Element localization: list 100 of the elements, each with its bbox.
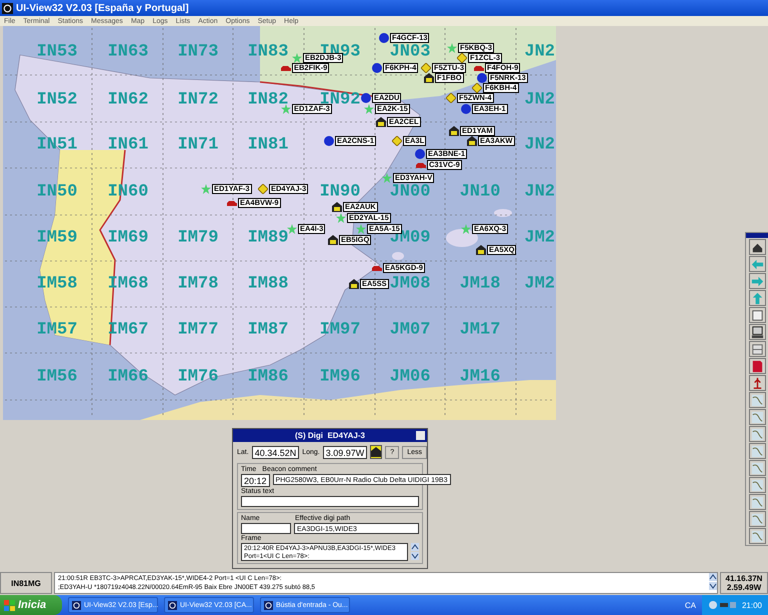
grid-locator: JM2 (524, 228, 555, 248)
grid-locator: IM97 (320, 320, 360, 340)
house-icon (424, 73, 434, 83)
car-icon (281, 63, 291, 73)
caret-up-icon (411, 543, 419, 551)
grid-locator: IN83 (248, 42, 288, 62)
longitude-text: 2.59.49W (726, 583, 762, 592)
document-icon (752, 360, 762, 372)
house-icon (752, 244, 762, 252)
time-field[interactable]: 20:12 (241, 474, 270, 487)
dialog-title: (S) Digi ED4YAJ-3 (295, 431, 365, 440)
grid-locator: JM08 (390, 274, 430, 294)
map-thumbnail-icon (751, 446, 763, 458)
grid-locator: IM58 (36, 274, 78, 294)
house-icon (467, 136, 477, 146)
symbol-button[interactable] (370, 445, 382, 459)
star-icon (364, 104, 374, 114)
grid-locator: IM96 (320, 368, 360, 386)
toolbar-button[interactable] (748, 324, 766, 340)
star-icon (201, 184, 211, 194)
circle-icon (372, 63, 382, 73)
house-icon (332, 202, 342, 212)
house-icon (476, 245, 486, 255)
start-button[interactable]: Inicia (0, 595, 62, 615)
grid-locator: IN82 (248, 90, 288, 110)
diamond-icon (446, 93, 456, 103)
windows-flag-icon (4, 600, 15, 610)
grid-locator: IN71 (178, 136, 218, 154)
right-arrow-icon (751, 276, 763, 286)
status-field[interactable] (241, 496, 419, 507)
star-icon (447, 43, 457, 53)
grid-locator: JN2 (524, 42, 555, 62)
grid-locator: JM06 (390, 368, 430, 386)
grid-locator: IN50 (36, 182, 78, 202)
scroll-up-button[interactable] (411, 543, 419, 551)
diamond-icon (392, 136, 402, 146)
star-icon (356, 224, 366, 234)
antenna-icon (752, 377, 762, 389)
grid-locator: IM77 (178, 320, 218, 340)
map-thumbnail-icon (751, 496, 763, 508)
caret-down-icon (411, 552, 419, 560)
map-thumbnail-icon (751, 514, 763, 526)
app-icon (2, 2, 13, 14)
scroll-down-button[interactable] (709, 582, 717, 590)
name-field[interactable] (241, 523, 291, 534)
grid-locator: JN2 (524, 90, 555, 110)
grid-locator: IN90 (320, 182, 360, 202)
grid-locator: IM66 (108, 368, 148, 386)
car-icon (372, 263, 382, 273)
grid-locator: JN10 (460, 182, 500, 202)
diamond-icon (258, 184, 268, 194)
map-thumbnail-icon (751, 480, 763, 492)
long-field[interactable]: 3.09.97W (322, 446, 368, 458)
left-arrow-icon (751, 260, 763, 270)
grid-locator: IM88 (248, 274, 288, 294)
grid-locator: JN03 (390, 42, 430, 62)
grid-locator: IN62 (108, 90, 148, 110)
star-icon (382, 173, 392, 183)
tray-icons-drawing[interactable] (708, 600, 738, 610)
house-icon (371, 447, 382, 457)
grid-locator: IN73 (178, 42, 218, 62)
grid-locator: IN72 (178, 90, 218, 110)
grid-locator: JM18 (460, 274, 500, 294)
car-icon (227, 198, 237, 208)
grid-locator: IM59 (36, 228, 78, 248)
circle-icon (477, 73, 487, 83)
star-icon (287, 224, 297, 234)
grid-locator: IM87 (248, 320, 288, 340)
map-thumbnail-icon (751, 428, 763, 440)
grid-locator: IM69 (108, 228, 148, 248)
circle-icon (379, 33, 389, 43)
circle-icon (324, 136, 334, 146)
lat-field[interactable]: 40.34.52N (252, 446, 300, 458)
car-icon (474, 63, 484, 73)
scroll-down-button[interactable] (411, 552, 419, 560)
map-thumbnail-icon (751, 530, 763, 542)
grid-locator: JN2 (524, 136, 555, 154)
map-thumbnail-icon (751, 462, 763, 474)
toolbar-button[interactable] (748, 375, 766, 391)
window-title: UI-View32 V2.03 [España y Portugal] (16, 2, 189, 14)
latitude-text: 41.16.37N (726, 574, 762, 583)
caret-down-icon (709, 582, 717, 590)
language-indicator[interactable]: CA (684, 600, 696, 610)
car-icon (416, 160, 426, 170)
clock: 21:00 (742, 600, 762, 610)
grid-locator: JN2 (524, 182, 555, 202)
scroll-up-button[interactable] (709, 573, 717, 581)
toolbar-button[interactable] (748, 239, 766, 255)
star-icon (461, 224, 471, 234)
grid-locator: JM17 (460, 320, 500, 340)
square-icon (752, 310, 762, 321)
circle-icon (461, 104, 471, 114)
house-icon (376, 117, 386, 127)
caret-up-icon (709, 573, 717, 581)
grid-locator: IM89 (248, 228, 288, 248)
app-icon (72, 600, 81, 610)
app-icon (168, 600, 177, 610)
grid-locator: JM2 (524, 274, 555, 294)
toolbar-button[interactable] (748, 307, 766, 323)
app-icon (264, 600, 273, 610)
